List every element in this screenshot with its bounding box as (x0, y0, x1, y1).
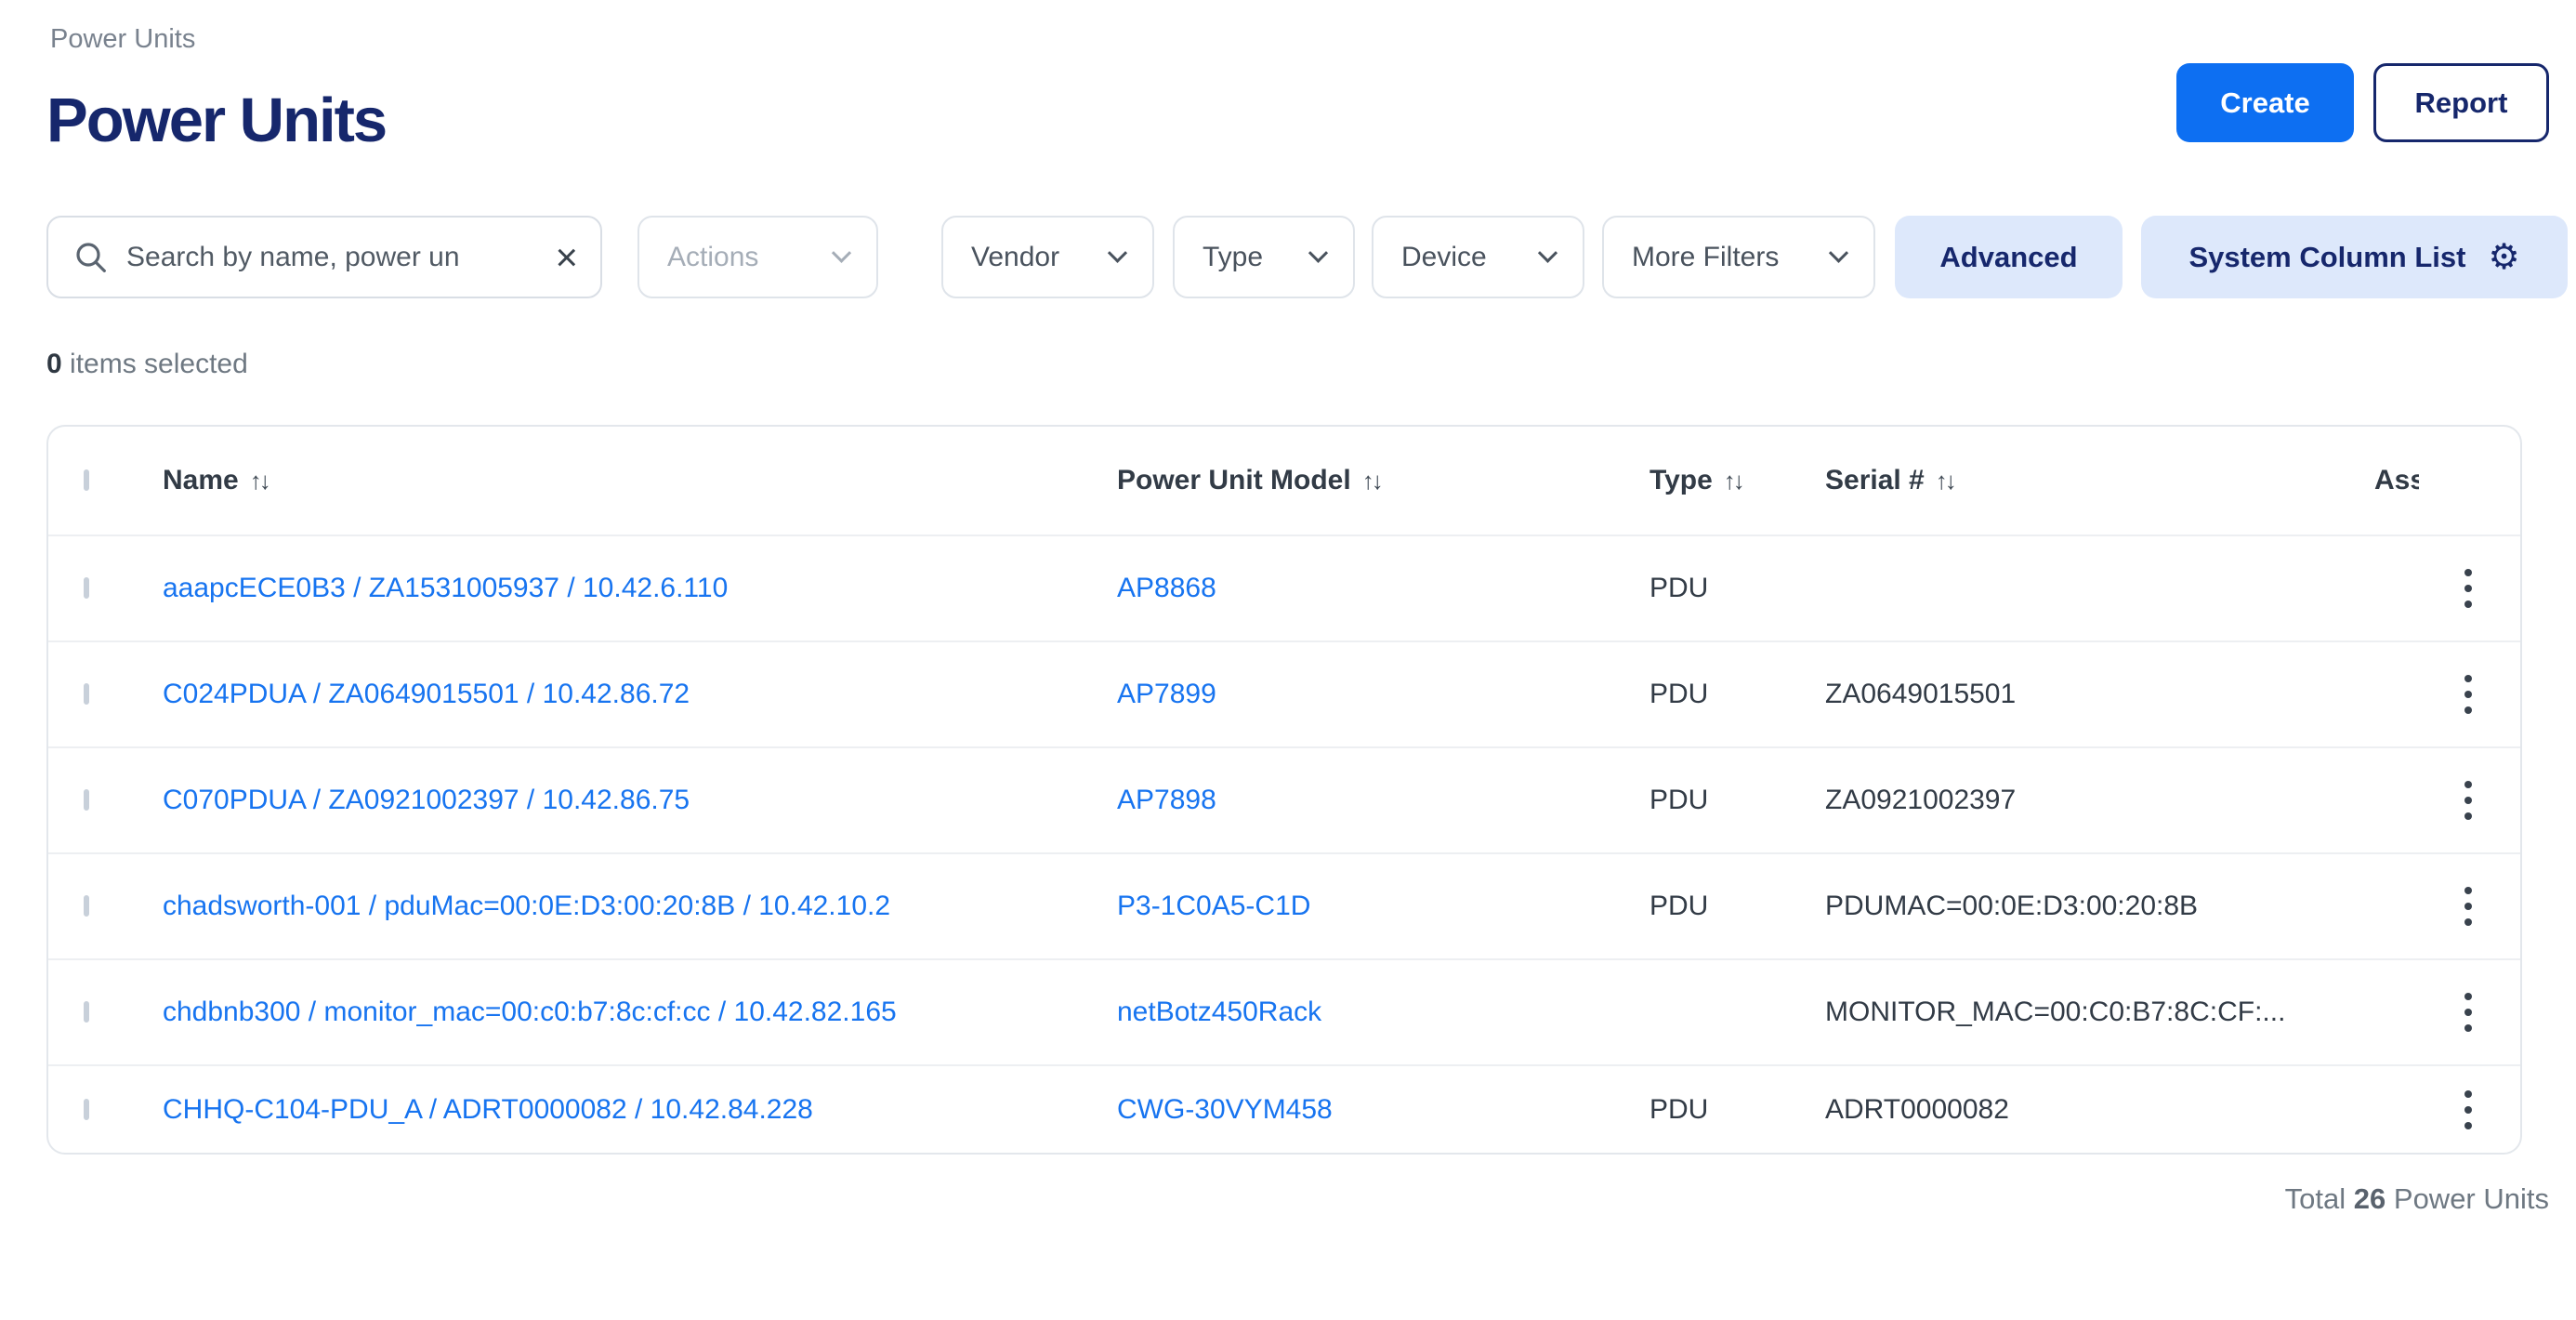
more-filters-label: More Filters (1632, 242, 1779, 273)
system-column-list-button[interactable]: System Column List ⚙ (2141, 216, 2568, 298)
selection-summary: 0 items selected (46, 349, 2576, 380)
page-header: Power Units Power Units Create Report (46, 24, 2549, 156)
create-button[interactable]: Create (2176, 63, 2354, 142)
power-unit-model-link[interactable]: AP8868 (1117, 573, 1216, 603)
type-value: PDU (1649, 679, 1825, 710)
row-checkbox[interactable] (84, 1099, 89, 1120)
row-actions-kebab-icon[interactable] (2442, 854, 2494, 958)
row-checkbox[interactable] (84, 683, 89, 705)
sort-icon[interactable]: ↑↓ (1724, 467, 1742, 495)
row-actions-kebab-icon[interactable] (2442, 1066, 2494, 1153)
total-suffix: Power Units (2394, 1182, 2549, 1215)
table-row: chadsworth-001 / pduMac=00:0E:D3:00:20:8… (48, 852, 2520, 958)
column-header-name: Name (163, 465, 239, 496)
page-title: Power Units (46, 85, 386, 156)
serial-value: PDUMAC=00:0E:D3:00:20:8B (1825, 891, 2374, 922)
table-row: C070PDUA / ZA0921002397 / 10.42.86.75 AP… (48, 746, 2520, 852)
power-unit-model-link[interactable]: AP7898 (1117, 785, 1216, 815)
chevron-down-icon (832, 244, 851, 263)
row-checkbox[interactable] (84, 1001, 89, 1023)
power-unit-model-link[interactable]: netBotz450Rack (1117, 997, 1321, 1027)
power-units-table: Name ↑↓ Power Unit Model ↑↓ Type ↑↓ Seri… (46, 425, 2522, 1155)
chevron-down-icon (1538, 244, 1557, 263)
row-actions-kebab-icon[interactable] (2442, 642, 2494, 746)
row-actions-kebab-icon[interactable] (2442, 748, 2494, 852)
serial-value: ADRT0000082 (1825, 1094, 2374, 1126)
breadcrumb[interactable]: Power Units (50, 24, 386, 55)
chevron-down-icon (1308, 244, 1328, 263)
select-all-checkbox[interactable] (84, 469, 89, 491)
table-row: aaapcECE0B3 / ZA1531005937 / 10.42.6.110… (48, 535, 2520, 640)
vendor-filter-dropdown[interactable]: Vendor (941, 216, 1154, 298)
actions-dropdown[interactable]: Actions (637, 216, 878, 298)
type-value: PDU (1649, 891, 1825, 922)
total-count-summary: Total 26 Power Units (0, 1182, 2549, 1216)
serial-value: ZA0921002397 (1825, 785, 2374, 816)
advanced-button-label: Advanced (1939, 241, 2077, 274)
table-row: chdbnb300 / monitor_mac=00:c0:b7:8c:cf:c… (48, 958, 2520, 1064)
column-header-type: Type (1649, 465, 1713, 496)
type-filter-dropdown[interactable]: Type (1173, 216, 1355, 298)
power-unit-model-link[interactable]: AP7899 (1117, 679, 1216, 709)
power-unit-name-link[interactable]: aaapcECE0B3 / ZA1531005937 / 10.42.6.110 (163, 573, 728, 603)
type-filter-label: Type (1203, 242, 1263, 273)
power-unit-model-link[interactable]: CWG-30VYM458 (1117, 1094, 1333, 1125)
total-prefix: Total (2285, 1182, 2346, 1215)
selection-count: 0 (46, 349, 62, 379)
table-header-row: Name ↑↓ Power Unit Model ↑↓ Type ↑↓ Seri… (48, 427, 2520, 535)
total-count: 26 (2354, 1182, 2385, 1215)
row-checkbox[interactable] (84, 895, 89, 917)
search-box[interactable]: × (46, 216, 602, 298)
serial-value: MONITOR_MAC=00:C0:B7:8C:CF:... (1825, 997, 2374, 1028)
row-checkbox[interactable] (84, 577, 89, 599)
type-value: PDU (1649, 785, 1825, 816)
power-unit-name-link[interactable]: C024PDUA / ZA0649015501 / 10.42.86.72 (163, 679, 690, 709)
sort-icon[interactable]: ↑↓ (1362, 467, 1381, 495)
type-value: PDU (1649, 1094, 1825, 1126)
device-filter-dropdown[interactable]: Device (1372, 216, 1584, 298)
clear-search-icon[interactable]: × (555, 238, 578, 277)
sort-icon[interactable]: ↑↓ (1936, 467, 1954, 495)
serial-value: ZA0649015501 (1825, 679, 2374, 710)
column-header-asset-truncated: Ass (2374, 465, 2419, 496)
column-header-model: Power Unit Model (1117, 465, 1351, 496)
type-value: PDU (1649, 573, 1825, 604)
vendor-filter-label: Vendor (971, 242, 1059, 273)
toolbar: × Actions Vendor Type Device More Filter… (46, 216, 2576, 298)
selection-label: items selected (70, 349, 248, 379)
row-checkbox[interactable] (84, 789, 89, 811)
row-actions-kebab-icon[interactable] (2442, 536, 2494, 640)
power-unit-name-link[interactable]: C070PDUA / ZA0921002397 / 10.42.86.75 (163, 785, 690, 815)
device-filter-label: Device (1401, 242, 1487, 273)
table-row: CHHQ-C104-PDU_A / ADRT0000082 / 10.42.84… (48, 1064, 2520, 1153)
actions-dropdown-label: Actions (667, 242, 758, 273)
chevron-down-icon (1108, 244, 1127, 263)
power-unit-name-link[interactable]: chadsworth-001 / pduMac=00:0E:D3:00:20:8… (163, 891, 890, 921)
power-unit-name-link[interactable]: CHHQ-C104-PDU_A / ADRT0000082 / 10.42.84… (163, 1094, 813, 1125)
chevron-down-icon (1829, 244, 1848, 263)
power-unit-name-link[interactable]: chdbnb300 / monitor_mac=00:c0:b7:8c:cf:c… (163, 997, 897, 1027)
system-column-list-label: System Column List (2188, 241, 2465, 274)
gear-icon: ⚙ (2488, 240, 2519, 275)
more-filters-dropdown[interactable]: More Filters (1602, 216, 1875, 298)
sort-icon[interactable]: ↑↓ (250, 467, 269, 495)
table-row: C024PDUA / ZA0649015501 / 10.42.86.72 AP… (48, 640, 2520, 746)
search-icon (72, 239, 110, 276)
report-button[interactable]: Report (2373, 63, 2549, 142)
advanced-button[interactable]: Advanced (1895, 216, 2123, 298)
search-input[interactable] (126, 242, 555, 273)
column-header-serial: Serial # (1825, 465, 1925, 496)
row-actions-kebab-icon[interactable] (2442, 960, 2494, 1064)
power-unit-model-link[interactable]: P3-1C0A5-C1D (1117, 891, 1310, 921)
